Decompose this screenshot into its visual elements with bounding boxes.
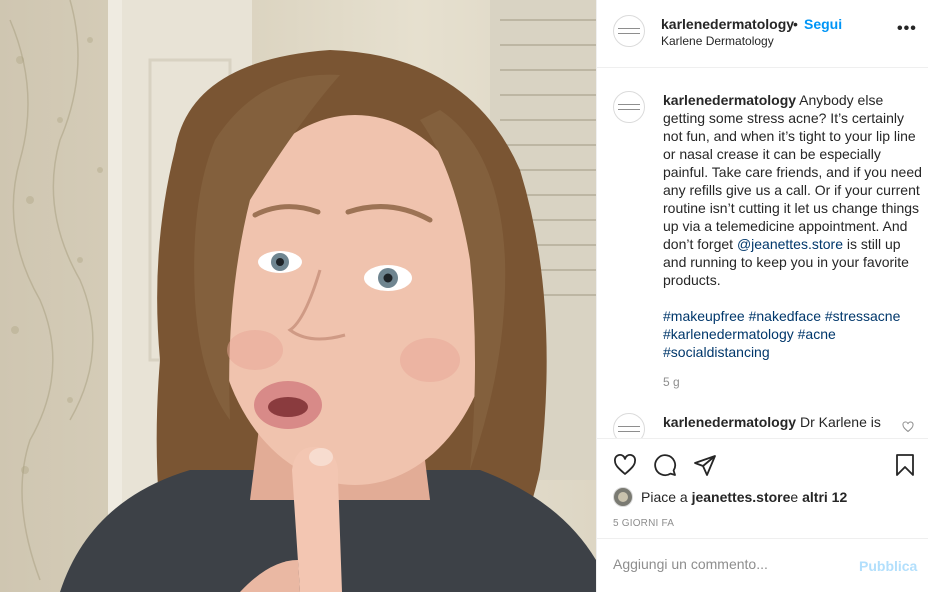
like-heart-icon[interactable] xyxy=(613,453,637,477)
comment-input[interactable] xyxy=(613,556,843,572)
comment-avatar[interactable] xyxy=(613,413,645,438)
post-header: karlenedermatology • Segui Karlene Derma… xyxy=(597,0,928,68)
comments-list[interactable]: karlenedermatology Anybody else getting … xyxy=(597,69,928,438)
likes-prefix: Piace a xyxy=(641,489,688,505)
publish-button[interactable]: Pubblica xyxy=(859,558,917,574)
more-options-icon[interactable]: ••• xyxy=(897,20,917,38)
brand-logo-icon xyxy=(618,426,640,432)
share-paper-plane-icon[interactable] xyxy=(693,453,717,477)
post-actions: Piace a jeanettes.store e altri 12 5 GIO… xyxy=(597,438,928,538)
profile-avatar[interactable] xyxy=(613,15,645,47)
caption-time: 5 g xyxy=(663,375,680,389)
comment-text: karlenedermatology Dr Karlene is xyxy=(663,413,903,431)
hashtags[interactable]: #makeupfree #nakedface #stressacne #karl… xyxy=(663,307,925,361)
caption-username[interactable]: karlenedermatology xyxy=(663,92,796,108)
likes-middle: e xyxy=(790,489,799,505)
selfie-image xyxy=(9,0,596,592)
likes-summary: Piace a jeanettes.store e altri 12 xyxy=(613,487,847,507)
save-bookmark-icon[interactable] xyxy=(893,453,917,477)
post-date: 5 GIORNI FA xyxy=(613,518,675,529)
caption-text: karlenedermatology Anybody else getting … xyxy=(663,91,925,289)
liker-username[interactable]: jeanettes.store xyxy=(692,489,791,505)
brand-logo-icon xyxy=(618,104,640,110)
liker-avatar[interactable] xyxy=(613,487,633,507)
comment-like-heart-icon[interactable] xyxy=(902,421,914,433)
follow-button[interactable]: Segui xyxy=(804,16,842,32)
comment-body: Dr Karlene is xyxy=(796,414,881,430)
likes-others-link[interactable]: altri 12 xyxy=(802,489,847,505)
comment-composer: Pubblica xyxy=(597,538,928,592)
comment-bubble-icon[interactable] xyxy=(653,453,677,477)
mention-link[interactable]: @jeanettes.store xyxy=(737,236,843,252)
comment-username[interactable]: karlenedermatology xyxy=(663,414,796,430)
header-subtitle: Karlene Dermatology xyxy=(661,34,774,48)
instagram-post-view: karlenedermatology • Segui Karlene Derma… xyxy=(0,0,928,592)
caption-avatar[interactable] xyxy=(613,91,645,123)
separator-dot: • xyxy=(793,16,798,32)
caption-body-start: Anybody else getting some stress acne? I… xyxy=(663,92,922,252)
brand-logo-icon xyxy=(618,28,640,34)
post-photo[interactable] xyxy=(0,0,596,592)
header-username[interactable]: karlenedermatology xyxy=(661,16,794,32)
post-side-panel: karlenedermatology • Segui Karlene Derma… xyxy=(596,0,928,592)
